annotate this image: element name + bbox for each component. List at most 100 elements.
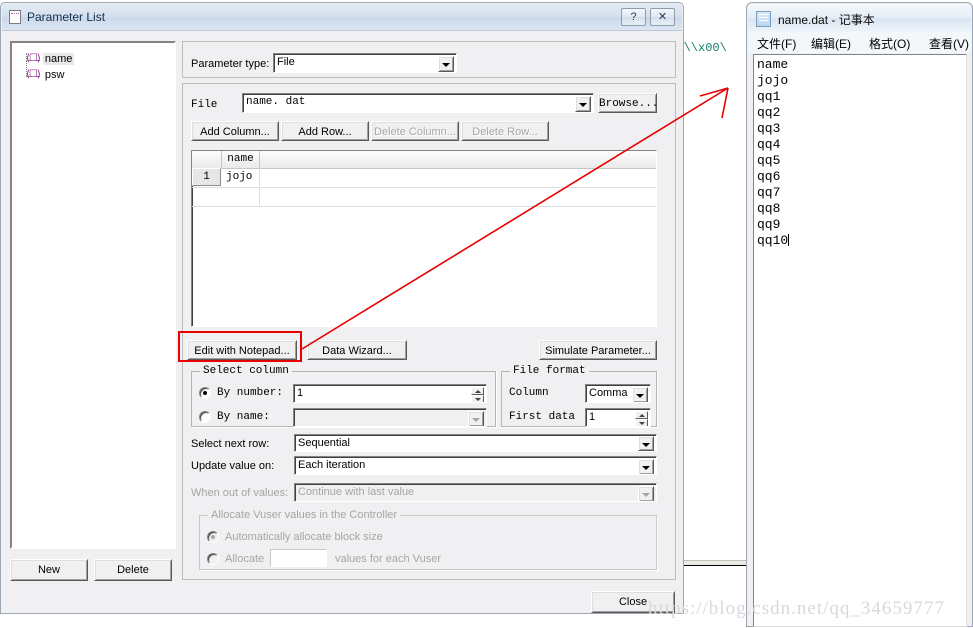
text-line: qq1 [757, 89, 781, 104]
notepad-text-area[interactable]: name jojo qq1 qq2 qq3 qq4 qq5 qq6 qq7 qq… [753, 54, 967, 627]
menu-file[interactable]: 文件(F) [754, 34, 799, 53]
table-row[interactable]: 1 jojo [192, 168, 656, 188]
first-data-input[interactable]: 1 [585, 408, 651, 427]
delete-column-button: Delete Column... [371, 121, 459, 141]
notepad-icon [756, 11, 771, 27]
file-path-value: name. dat [246, 96, 306, 108]
text-line: qq5 [757, 153, 781, 168]
menu-view[interactable]: 查看(V) [926, 34, 972, 53]
delete-button[interactable]: Delete [94, 559, 172, 581]
chevron-down-icon[interactable] [632, 387, 648, 402]
row-number: 1 [192, 168, 221, 186]
by-number-label: By number: [217, 387, 284, 399]
by-name-select[interactable] [293, 408, 487, 427]
text-line-content: qq10 [757, 233, 789, 248]
browse-button[interactable]: Browse... [598, 93, 657, 113]
chevron-down-icon[interactable] [468, 411, 484, 426]
column-format-value: Comma [589, 387, 628, 399]
notepad-window: name.dat - 记事本 文件(F) 编辑(E) 格式(O) 查看(V) n… [746, 2, 973, 627]
number-stepper[interactable] [471, 387, 484, 402]
close-icon[interactable]: ✕ [650, 8, 675, 26]
text-line: qq7 [757, 185, 781, 200]
grid-column-header[interactable]: name [222, 151, 260, 168]
text-line: qq9 [757, 217, 781, 232]
dialog-title: Parameter List [27, 10, 106, 24]
auto-allocate-label: Automatically allocate block size [225, 531, 383, 543]
add-row-button[interactable]: Add Row... [281, 121, 369, 141]
select-next-row-label: Select next row: [191, 438, 270, 450]
column-format-label: Column [509, 387, 549, 399]
chevron-down-icon[interactable] [638, 459, 654, 474]
auto-allocate-radio [207, 531, 219, 543]
chevron-down-icon [638, 486, 654, 501]
tree-connector [26, 60, 40, 62]
text-line: name [757, 57, 789, 72]
by-name-label: By name: [217, 411, 270, 423]
update-value-on-value: Each iteration [298, 459, 366, 471]
parameter-type-label: Parameter type: [191, 58, 270, 70]
simulate-parameter-button[interactable]: Simulate Parameter... [539, 340, 657, 360]
chevron-down-icon[interactable] [638, 436, 654, 451]
parameter-icon: ⟨☐⟩ [26, 53, 41, 64]
tree-connector [26, 76, 40, 78]
when-out-of-values-label: When out of values: [191, 487, 289, 499]
update-value-on-select[interactable]: Each iteration [294, 456, 657, 475]
allocate-suffix-label: values for each Vuser [335, 553, 441, 565]
allocate-count-input [270, 549, 327, 567]
parameter-tree-panel[interactable]: ⟨☐⟩ name ⟨☐⟩ psw [10, 41, 176, 549]
first-data-stepper[interactable] [635, 411, 648, 426]
add-column-button[interactable]: Add Column... [191, 121, 279, 141]
grid-cell-empty[interactable] [222, 187, 260, 205]
text-line: qq4 [757, 137, 781, 152]
grid-cell[interactable]: jojo [222, 168, 260, 186]
menu-format[interactable]: 格式(O) [866, 34, 913, 53]
by-number-input[interactable]: 1 [293, 384, 487, 403]
menu-edit[interactable]: 编辑(E) [808, 34, 854, 53]
grid-corner-cell [192, 151, 222, 168]
tree-connector-vertical [26, 53, 28, 61]
manual-allocate-radio [207, 553, 219, 565]
sidebar-item-psw[interactable]: ⟨☐⟩ psw [26, 61, 66, 84]
text-caret [788, 234, 790, 246]
parameter-data-grid[interactable]: name 1 jojo [191, 150, 657, 327]
table-row-empty[interactable] [192, 187, 656, 207]
parameter-list-dialog: Parameter List ? ✕ ⟨☐⟩ name ⟨☐⟩ psw New … [0, 2, 684, 614]
first-data-value: 1 [589, 411, 596, 423]
close-dialog-button[interactable]: Close [591, 591, 675, 613]
allocate-group-title: Allocate Vuser values in the Controller [208, 509, 401, 521]
select-column-group-title: Select column [200, 365, 292, 377]
grid-header-row: name [192, 151, 656, 169]
text-line: qq2 [757, 105, 781, 120]
when-out-of-values-select: Continue with last value [294, 483, 657, 502]
document-icon [9, 10, 21, 24]
data-wizard-button[interactable]: Data Wizard... [307, 340, 407, 360]
file-format-group-title: File format [510, 365, 589, 377]
chevron-down-icon[interactable] [575, 96, 591, 112]
parameter-icon: ⟨☐⟩ [26, 69, 41, 80]
text-line: jojo [757, 73, 789, 88]
column-format-select[interactable]: Comma [585, 384, 651, 403]
select-next-row-value: Sequential [298, 437, 350, 449]
first-data-label: First data [509, 411, 576, 423]
dialog-titlebar[interactable]: Parameter List ? ✕ [2, 4, 682, 31]
file-path-input[interactable]: name. dat [242, 93, 594, 113]
sidebar-item-name[interactable]: ⟨☐⟩ name [26, 53, 75, 68]
sidebar-item-label: psw [44, 69, 65, 81]
new-button[interactable]: New [10, 559, 88, 581]
sidebar-item-label: name [42, 53, 75, 65]
chevron-down-icon[interactable] [438, 56, 454, 72]
parameter-type-select[interactable]: File [273, 53, 457, 73]
parameter-type-value: File [277, 56, 295, 68]
text-line-last: qq10 [757, 233, 966, 249]
by-number-radio[interactable] [199, 387, 211, 399]
by-name-radio[interactable] [199, 411, 211, 423]
text-line: qq8 [757, 201, 781, 216]
by-number-value: 1 [297, 387, 304, 399]
notepad-menubar: 文件(F) 编辑(E) 格式(O) 查看(V) [748, 32, 971, 53]
edit-with-notepad-button[interactable]: Edit with Notepad... [187, 340, 297, 360]
notepad-titlebar[interactable]: name.dat - 记事本 [748, 4, 971, 32]
file-label: File [191, 99, 218, 111]
select-next-row-select[interactable]: Sequential [294, 434, 657, 452]
help-button[interactable]: ? [621, 8, 646, 26]
when-out-of-values-value: Continue with last value [298, 486, 415, 498]
